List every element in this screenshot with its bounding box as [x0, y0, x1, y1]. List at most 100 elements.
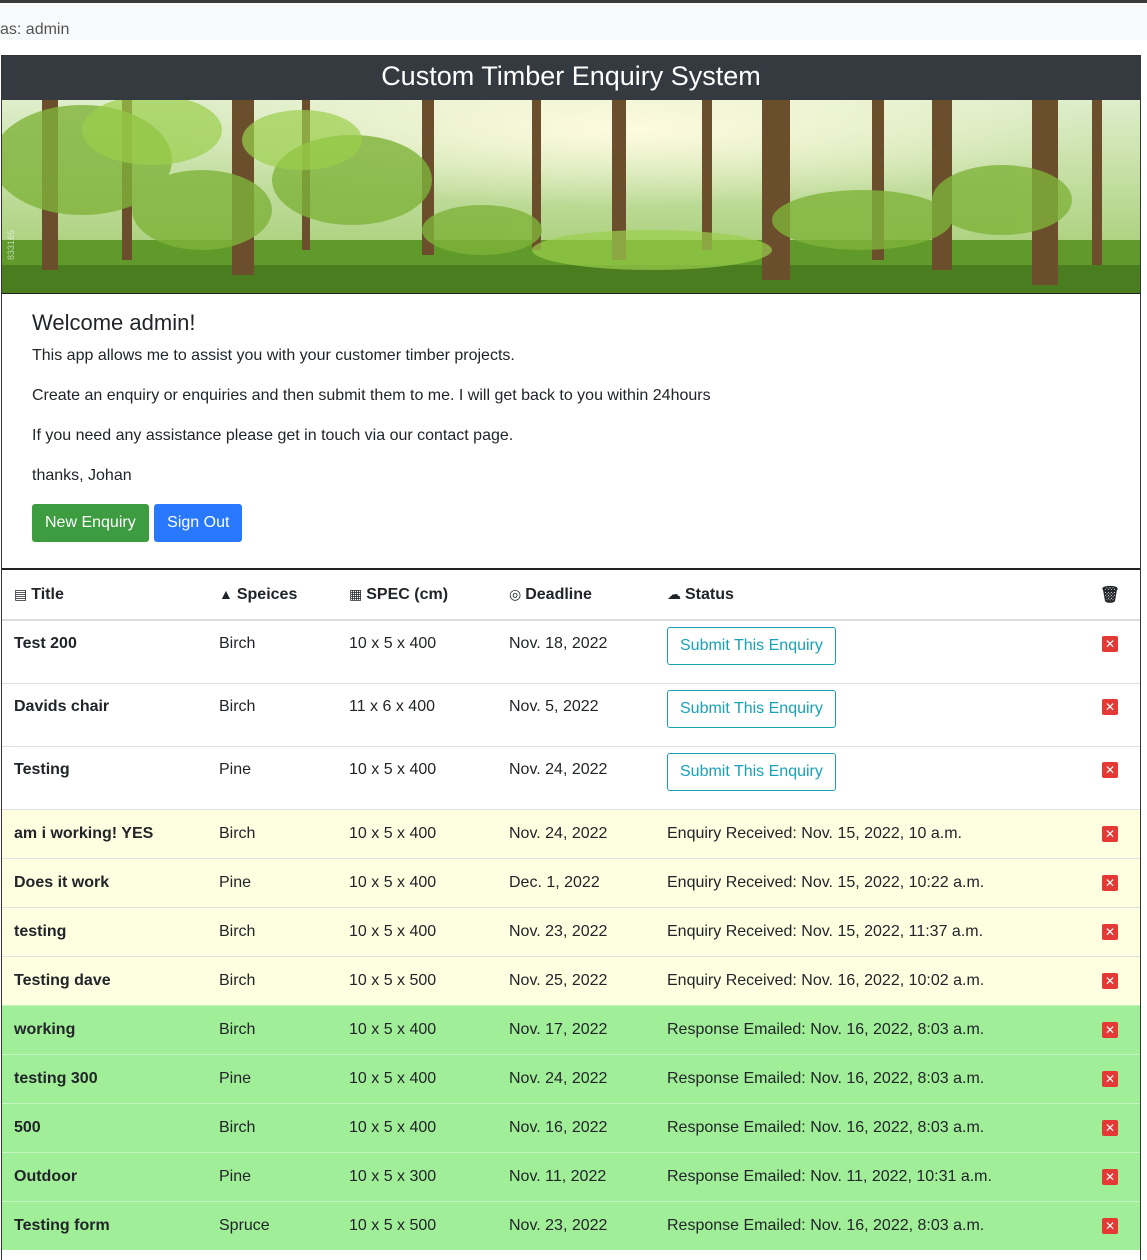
status-text: Response Emailed: Nov. 16, 2022, 8:03 a.… — [667, 1069, 985, 1087]
cell-delete: ✕ — [1080, 857, 1140, 907]
app-frame: Custom Timber Enquiry System 833165 Welc… — [1, 55, 1141, 1260]
delete-icon[interactable]: ✕ — [1102, 1217, 1118, 1234]
cell-title: Test 200 — [2, 619, 207, 683]
table-row: 500 Birch 10 x 5 x 400 Nov. 16, 2022 Respons… — [2, 1102, 1140, 1152]
submit-enquiry-button[interactable]: Submit This Enquiry — [667, 627, 836, 665]
cell-spec: 10 x 5 x 400 — [337, 808, 497, 858]
banner-watermark: 833165 — [6, 229, 16, 260]
cell-deadline: Nov. 24, 2022 — [497, 745, 655, 809]
cell-delete: ✕ — [1080, 1151, 1140, 1201]
cell-spec: 10 x 5 x 500 — [337, 1200, 497, 1250]
page-title: Custom Timber Enquiry System — [381, 61, 761, 91]
header-spec: ▦ SPEC (cm) — [337, 570, 497, 621]
cell-title: Testing dave — [2, 955, 207, 1005]
table-row: Testing dave Birch 10 x 5 x 500 Nov. 25, 20… — [2, 955, 1140, 1005]
cell-deadline: Nov. 17, 2022 — [497, 1004, 655, 1054]
welcome-text-3: If you need any assistance please get in… — [32, 427, 514, 444]
cell-species: Birch — [207, 682, 337, 746]
cell-species: Pine — [207, 1053, 337, 1103]
submit-enquiry-button[interactable]: Submit This Enquiry — [667, 689, 836, 728]
forest-banner-image: 833165 — [2, 100, 1140, 294]
delete-icon[interactable]: ✕ — [1102, 874, 1118, 891]
delete-icon[interactable]: ✕ — [1102, 761, 1118, 778]
welcome-section: Welcome admin! This app allows me to ass… — [2, 294, 1140, 570]
welcome-text-1: This app allows me to assist you with yo… — [32, 347, 515, 364]
trash-icon: 🗑 — [1099, 586, 1121, 604]
welcome-text-2: Create an enquiry or enquiries and then … — [32, 387, 711, 404]
cell-delete: ✕ — [1080, 1004, 1140, 1054]
cell-spec: 10 x 5 x 300 — [337, 1151, 497, 1201]
cell-status: Submit This Enquiry — [655, 745, 1080, 809]
cell-deadline: Nov. 23, 2022 — [497, 906, 655, 956]
cell-spec: 10 x 5 x 400 — [337, 1004, 497, 1054]
delete-icon[interactable]: ✕ — [1102, 1168, 1118, 1185]
table-row: Testing form Spruce 10 x 5 x 500 Nov. 23, 2… — [2, 1200, 1140, 1250]
cell-spec: 10 x 5 x 500 — [337, 955, 497, 1005]
header-status: ☁ Status — [655, 570, 1080, 621]
cell-status: Enquiry Received: Nov. 15, 2022, 10:22 a… — [655, 857, 1080, 907]
cell-species: Pine — [207, 1151, 337, 1201]
cell-species: Pine — [207, 857, 337, 907]
target-icon: ◎ — [509, 585, 522, 602]
cell-spec: 10 x 5 x 400 — [337, 619, 497, 683]
welcome-heading: Welcome admin! — [32, 310, 196, 335]
cell-deadline: Nov. 24, 2022 — [497, 1053, 655, 1103]
cell-title: Does it work — [2, 857, 207, 907]
delete-icon[interactable]: ✕ — [1102, 923, 1118, 940]
table-row: working Birch 10 x 5 x 400 Nov. 17, 2022 Res… — [2, 1004, 1140, 1054]
status-text: Response Emailed: Nov. 16, 2022, 8:03 a.… — [667, 1216, 985, 1234]
cell-deadline: Nov. 25, 2022 — [497, 955, 655, 1005]
cell-status: Response Emailed: Nov. 11, 2022, 10:31 a… — [655, 1151, 1080, 1201]
cell-status: Enquiry Received: Nov. 15, 2022, 11:37 a… — [655, 906, 1080, 956]
header-title: ▤ Title — [2, 570, 207, 621]
cell-status: Enquiry Received: Nov. 16, 2022, 10:02 a… — [655, 955, 1080, 1005]
cell-status: Response Emailed: Nov. 16, 2022, 8:03 a.… — [655, 1053, 1080, 1103]
table-row: Does it work Pine 10 x 5 x 400 Dec. 1, 2022… — [2, 857, 1140, 907]
page-header: Custom Timber Enquiry System — [2, 56, 1140, 100]
table-row: Davids chair Birch 11 x 6 x 400 Nov. 5, 202… — [2, 682, 1140, 746]
top-user-bar: as: admin — [0, 0, 1147, 40]
cell-delete: ✕ — [1080, 745, 1140, 809]
cell-species: Birch — [207, 619, 337, 683]
cell-delete: ✕ — [1080, 955, 1140, 1005]
cell-delete: ✕ — [1080, 682, 1140, 746]
new-enquiry-button[interactable]: New Enquiry — [32, 504, 149, 542]
cell-deadline: Nov. 11, 2022 — [497, 1151, 655, 1201]
delete-icon[interactable]: ✕ — [1102, 1021, 1118, 1038]
sign-out-button[interactable]: Sign Out — [154, 504, 243, 542]
delete-icon[interactable]: ✕ — [1102, 972, 1118, 989]
delete-icon[interactable]: ✕ — [1102, 825, 1118, 842]
cell-species: Birch — [207, 955, 337, 1005]
cell-status: Response Emailed: Nov. 16, 2022, 8:03 a.… — [655, 1102, 1080, 1152]
cell-deadline: Nov. 24, 2022 — [497, 808, 655, 858]
status-text: Response Emailed: Nov. 11, 2022, 10:31 a… — [667, 1167, 992, 1185]
logged-in-user-text: as: admin — [0, 21, 70, 38]
cell-title: testing — [2, 906, 207, 956]
cell-status: Enquiry Received: Nov. 15, 2022, 10 a.m. — [655, 808, 1080, 858]
cell-species: Pine — [207, 745, 337, 809]
delete-icon[interactable]: ✕ — [1102, 1070, 1118, 1087]
cell-spec: 10 x 5 x 400 — [337, 1102, 497, 1152]
status-text: Enquiry Received: Nov. 15, 2022, 10 a.m. — [667, 824, 962, 842]
cell-title: Testing form — [2, 1200, 207, 1250]
cell-status: Response Emailed: Nov. 16, 2022, 8:03 a.… — [655, 1004, 1080, 1054]
header-delete: 🗑 — [1080, 570, 1140, 621]
cell-spec: 10 x 5 x 400 — [337, 857, 497, 907]
cell-spec: 11 x 6 x 400 — [337, 682, 497, 746]
cell-deadline: Nov. 23, 2022 — [497, 1200, 655, 1250]
delete-icon[interactable]: ✕ — [1102, 1119, 1118, 1136]
header-species: ▲ Speices — [207, 570, 337, 621]
table-row: testing Birch 10 x 5 x 400 Nov. 23, 2022 Enq… — [2, 906, 1140, 956]
cell-title: 500 — [2, 1102, 207, 1152]
delete-icon[interactable]: ✕ — [1102, 698, 1118, 715]
cell-spec: 10 x 5 x 400 — [337, 1053, 497, 1103]
cell-deadline: Nov. 16, 2022 — [497, 1102, 655, 1152]
cell-delete: ✕ — [1080, 1053, 1140, 1103]
delete-icon[interactable]: ✕ — [1102, 636, 1118, 652]
submit-enquiry-button[interactable]: Submit This Enquiry — [667, 752, 836, 791]
cell-delete: ✕ — [1080, 1102, 1140, 1152]
cell-delete: ✕ — [1080, 808, 1140, 858]
table-row: am i working! YES Birch 10 x 5 x 400 Nov. 2… — [2, 808, 1140, 858]
table-row: Outdoor Pine 10 x 5 x 300 Nov. 11, 2022 Resp… — [2, 1151, 1140, 1201]
cell-delete: ✕ — [1080, 619, 1140, 683]
